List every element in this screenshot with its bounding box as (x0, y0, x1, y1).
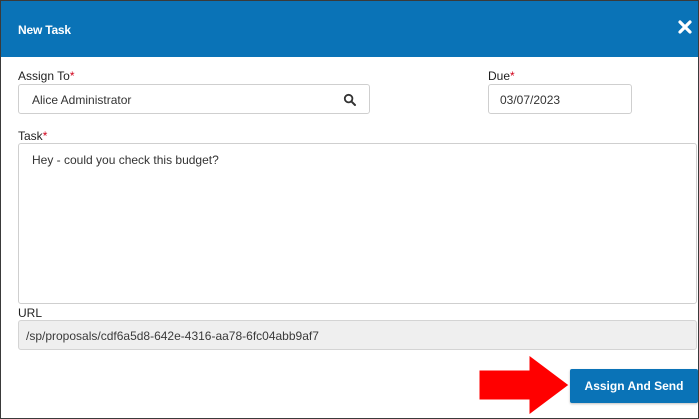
required-mark: * (69, 69, 75, 83)
assign-to-input[interactable]: Alice Administrator (18, 84, 370, 114)
due-date-value: 03/07/2023 (500, 93, 561, 107)
assign-to-label: Assign To* (18, 69, 75, 83)
new-task-dialog: New Task Assign To* Alice Administrator … (0, 0, 699, 419)
url-field[interactable]: /sp/proposals/cdf6a5d8-642e-4316-aa78-6f… (18, 320, 697, 350)
task-text: Hey - could you check this budget? (32, 153, 219, 167)
assign-to-value: Alice Administrator (32, 93, 132, 107)
close-icon[interactable] (676, 18, 694, 36)
dialog-title: New Task (18, 23, 71, 37)
task-label: Task* (18, 129, 48, 143)
search-icon[interactable] (343, 93, 357, 107)
due-label: Due* (488, 69, 515, 83)
dialog-header: New Task (1, 1, 698, 57)
url-label: URL (18, 306, 43, 320)
due-date-input[interactable]: 03/07/2023 (488, 84, 632, 114)
required-mark: * (42, 129, 48, 143)
task-textarea[interactable]: Hey - could you check this budget? (18, 143, 697, 304)
assign-and-send-button[interactable]: Assign And Send (570, 369, 698, 403)
url-value: /sp/proposals/cdf6a5d8-642e-4316-aa78-6f… (26, 329, 319, 343)
required-mark: * (510, 69, 515, 83)
red-arrow-annotation (478, 354, 570, 416)
